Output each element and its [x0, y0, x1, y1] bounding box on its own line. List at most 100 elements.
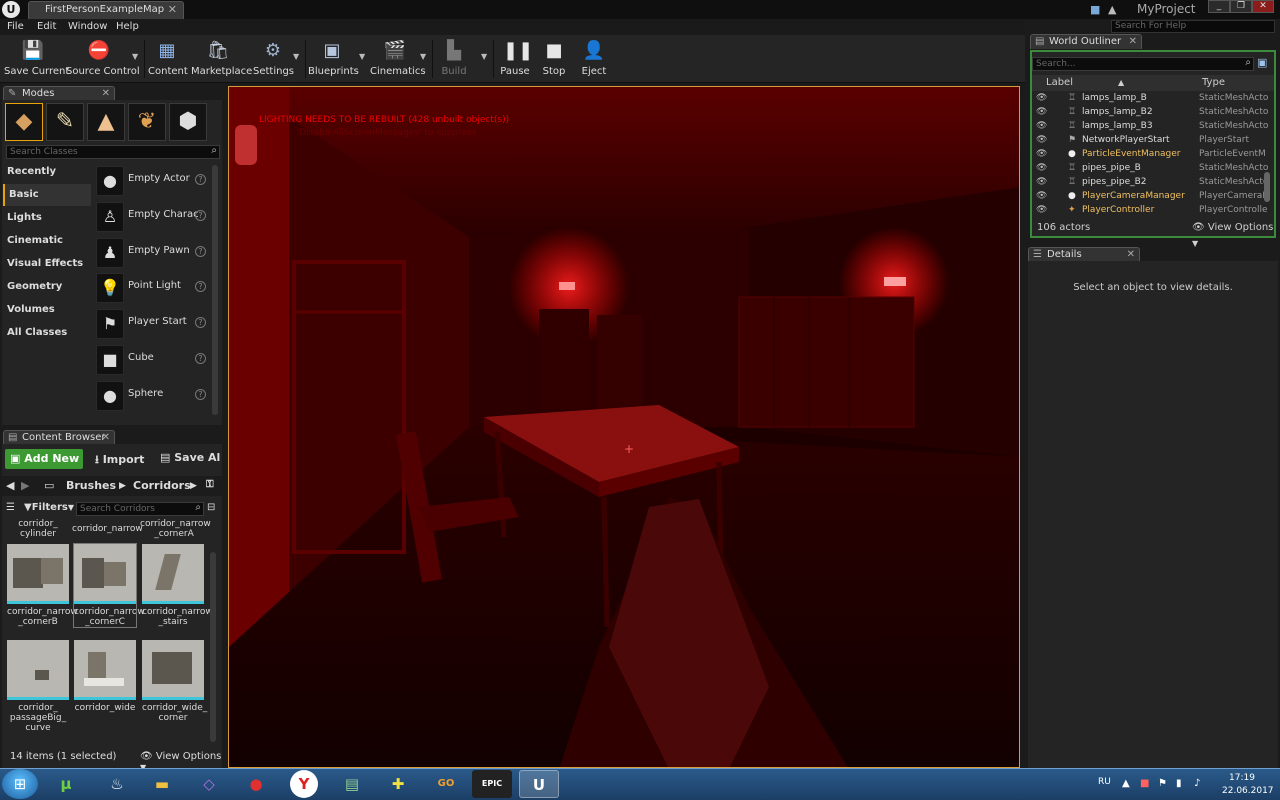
start-button[interactable]: ⊞: [2, 769, 38, 799]
place-item-empty-pawn[interactable]: ♟ Empty Pawn ?: [92, 236, 210, 270]
stop-button[interactable]: ■ Stop: [537, 37, 571, 81]
build-dropdown-icon[interactable]: ▼: [481, 52, 487, 61]
minimize-button[interactable]: _: [1208, 0, 1230, 13]
clock-time[interactable]: 17:19: [1229, 773, 1255, 783]
place-item-player-start[interactable]: ⚑ Player Start ?: [92, 307, 210, 341]
modes-scrollbar[interactable]: [212, 165, 218, 415]
clock-date[interactable]: 22.06.2017: [1222, 786, 1274, 796]
search-classes-input[interactable]: Search Classes ⌕: [6, 145, 220, 159]
help-icon[interactable]: ?: [195, 389, 206, 400]
blueprints-button[interactable]: ▣ Blueprints: [308, 37, 359, 81]
menu-file[interactable]: File: [7, 19, 24, 35]
save-all-button[interactable]: ▤ Save Al: [160, 451, 220, 464]
landscape-mode-icon[interactable]: ▲: [87, 103, 125, 141]
place-item-point-light[interactable]: 💡 Point Light ?: [92, 271, 210, 305]
close-world-outliner-tab-icon[interactable]: ✕: [1129, 35, 1137, 49]
pause-button[interactable]: ❚❚ Pause: [498, 37, 533, 81]
sources-toggle-icon[interactable]: ☰: [6, 502, 15, 513]
settings-dropdown-icon[interactable]: ▼: [293, 52, 299, 61]
epic-games-icon[interactable]: EPIC: [472, 770, 512, 798]
category-all-classes[interactable]: All Classes: [3, 322, 91, 344]
asset-tile[interactable]: corridor_narrow _cornerB: [7, 544, 78, 627]
category-volumes[interactable]: Volumes: [3, 299, 91, 321]
help-icon[interactable]: ?: [195, 246, 206, 257]
blueprints-dropdown-icon[interactable]: ▼: [359, 52, 365, 61]
lock-icon[interactable]: ⚿: [206, 479, 214, 490]
asset-tile[interactable]: corridor_wide_ corner: [142, 640, 207, 723]
save-current-button[interactable]: 💾 Save Current: [4, 37, 69, 81]
place-item-empty-character[interactable]: ♙ Empty Charac ?: [92, 200, 210, 234]
tray-expand-icon[interactable]: ▲: [1122, 778, 1130, 789]
unreal-logo-icon[interactable]: U: [2, 1, 20, 18]
tray-flag-icon[interactable]: ⚑: [1158, 778, 1167, 789]
settings-button[interactable]: ⚙ Settings: [253, 37, 294, 81]
filters-button[interactable]: ▼Filters▼: [24, 502, 74, 513]
maximize-button[interactable]: ❐: [1230, 0, 1252, 13]
yandex-icon[interactable]: Y: [290, 770, 318, 798]
cinematics-button[interactable]: 🎬 Cinematics: [370, 37, 426, 81]
game-plus-icon[interactable]: ✚: [378, 770, 418, 798]
outliner-row[interactable]: 👁 ♖ pipes_pipe_B StaticMeshActo: [1032, 161, 1274, 175]
visibility-eye-icon[interactable]: 👁: [1036, 175, 1047, 189]
visual-studio-icon[interactable]: ◇: [189, 770, 229, 798]
add-new-button[interactable]: ▣ Add New ▼: [5, 449, 83, 485]
visibility-eye-icon[interactable]: 👁: [1036, 147, 1047, 161]
folder-icon[interactable]: ▬: [142, 770, 182, 798]
outliner-row[interactable]: 👁 ✦ PlayerController PlayerControlle: [1032, 203, 1274, 217]
category-cinematic[interactable]: Cinematic: [3, 230, 91, 252]
visibility-eye-icon[interactable]: 👁: [1036, 203, 1047, 217]
visibility-eye-icon[interactable]: 👁: [1036, 189, 1047, 203]
source-control-button[interactable]: ⛔ Source Control: [66, 37, 140, 81]
help-icon[interactable]: ?: [195, 210, 206, 221]
language-indicator[interactable]: RU: [1098, 777, 1111, 787]
place-item-empty-actor[interactable]: ● Empty Actor ?: [92, 164, 210, 198]
place-item-sphere[interactable]: ● Sphere ?: [92, 379, 210, 413]
asset-label[interactable]: corridor_narrow _cornerA: [140, 519, 211, 539]
csgo-icon[interactable]: GO: [426, 770, 466, 798]
category-basic[interactable]: Basic: [3, 184, 91, 206]
cinematics-dropdown-icon[interactable]: ▼: [420, 52, 426, 61]
menu-help[interactable]: Help: [116, 19, 139, 35]
asset-tile[interactable]: corridor_narrow _stairs: [142, 544, 213, 627]
tray-volume-icon[interactable]: ♪: [1194, 778, 1200, 789]
help-search-input[interactable]: Search For Help: [1111, 20, 1275, 33]
help-icon[interactable]: ?: [195, 174, 206, 185]
category-visual-effects[interactable]: Visual Effects: [3, 253, 91, 275]
folder-icon[interactable]: ▭: [44, 479, 54, 492]
level-viewport[interactable]: [228, 86, 1020, 768]
visibility-eye-icon[interactable]: 👁: [1036, 133, 1047, 147]
geometry-mode-icon[interactable]: ⬢: [169, 103, 207, 141]
outliner-row[interactable]: 👁 ⚑ NetworkPlayerStart PlayerStart: [1032, 133, 1274, 147]
content-button[interactable]: ▦ Content: [148, 37, 188, 81]
outliner-row[interactable]: 👁 ♖ lamps_lamp_B3 StaticMeshActo: [1032, 119, 1274, 133]
category-geometry[interactable]: Geometry: [3, 276, 91, 298]
visibility-eye-icon[interactable]: 👁: [1036, 119, 1047, 133]
menu-window[interactable]: Window: [68, 19, 107, 35]
outliner-scrollbar[interactable]: [1264, 172, 1270, 202]
foliage-mode-icon[interactable]: ❦: [128, 103, 166, 141]
visibility-eye-icon[interactable]: 👁: [1036, 91, 1047, 105]
marketplace-button[interactable]: 🛍 Marketplace: [191, 37, 252, 81]
close-modes-tab-icon[interactable]: ✕: [102, 87, 110, 101]
add-folder-icon[interactable]: ▣: [1257, 56, 1267, 69]
modes-tab[interactable]: ✎ Modes ✕: [3, 86, 115, 101]
utorrent-icon[interactable]: µ: [46, 770, 86, 798]
visibility-eye-icon[interactable]: 👁: [1036, 161, 1047, 175]
category-lights[interactable]: Lights: [3, 207, 91, 229]
asset-label[interactable]: corridor_narrow: [72, 524, 143, 534]
paint-mode-icon[interactable]: ✎: [46, 103, 84, 141]
column-label[interactable]: Label: [1046, 75, 1073, 91]
place-mode-icon[interactable]: ◆: [5, 103, 43, 141]
feedback-icon[interactable]: ▲: [1108, 3, 1116, 16]
outliner-search-input[interactable]: Search... ⌕: [1032, 57, 1254, 71]
place-item-cube[interactable]: ■ Cube ?: [92, 343, 210, 377]
outliner-row[interactable]: 👁 ♖ pipes_pipe_B2 StaticMeshActo: [1032, 175, 1274, 189]
terminal-icon[interactable]: ▤: [332, 770, 372, 798]
outliner-row[interactable]: 👁 ● PlayerCameraManager PlayerCameraM: [1032, 189, 1274, 203]
build-button[interactable]: ▙ Build: [436, 37, 472, 81]
help-icon[interactable]: ?: [195, 353, 206, 364]
search-corridors-input[interactable]: Search Corridors ⌕: [76, 502, 204, 516]
breadcrumb-brushes[interactable]: Brushes: [66, 479, 116, 492]
back-arrow-icon[interactable]: ◀: [6, 479, 14, 492]
history-icon[interactable]: ⊟: [207, 502, 215, 513]
